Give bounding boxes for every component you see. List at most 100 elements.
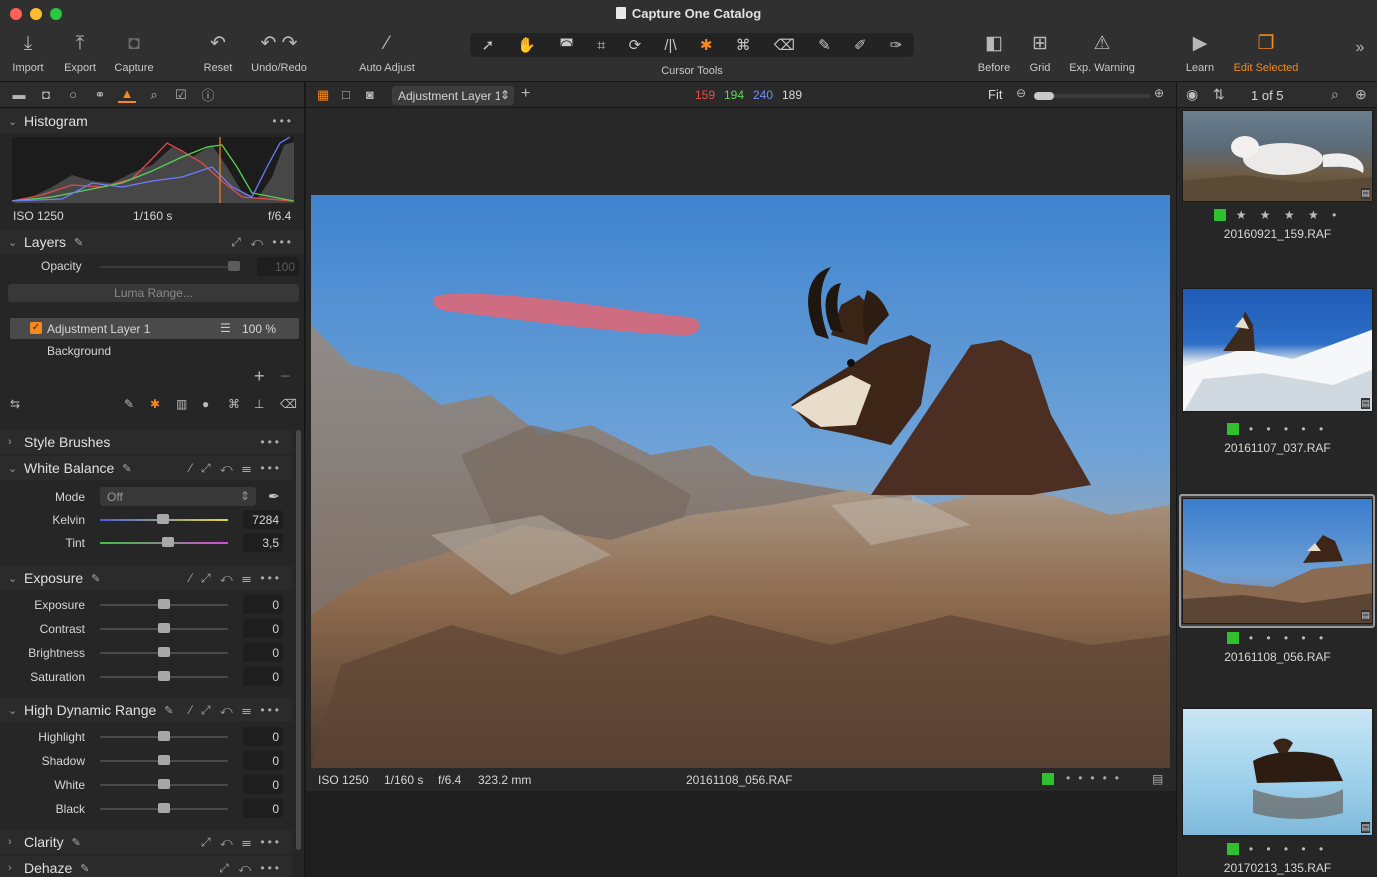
single-view-icon[interactable]: □ — [342, 87, 350, 102]
dehaze-header[interactable]: › Dehaze ✎ ⤢ ↶ ••• — [0, 856, 292, 877]
auto-adjust-button[interactable]: ⁄ Auto Adjust — [354, 32, 420, 74]
loupe-icon[interactable]: ◚ — [559, 36, 574, 54]
section-actions-icon[interactable]: ⁄ ⤢ ↶ ☰ ••• — [190, 571, 282, 586]
highlight-slider[interactable] — [100, 731, 228, 741]
highlight-slider-thumb[interactable] — [158, 731, 170, 741]
color-tab-icon[interactable]: ⚭ — [91, 87, 109, 103]
rating-dots[interactable]: ••••• — [1066, 771, 1127, 785]
proof-view-icon[interactable]: ◙ — [366, 87, 374, 102]
tools-scrollbar[interactable] — [296, 430, 301, 850]
multi-view-icon[interactable]: ▦ — [317, 87, 329, 103]
remove-layer-icon[interactable]: − — [280, 366, 291, 387]
capture-button[interactable]: ◘ Capture — [110, 32, 158, 74]
layer-item-adjustment-1[interactable]: ✓ Adjustment Layer 1 ☰ 100 % — [10, 318, 299, 339]
color-tag-green[interactable] — [1042, 773, 1054, 785]
thumbnail-image[interactable]: ▤ — [1182, 708, 1373, 836]
section-actions-icon[interactable]: ⁄ ⤢ ↶ ☰ ••• — [190, 461, 282, 476]
thumbnail-rating[interactable]: • • • • • — [1177, 842, 1377, 856]
style-brushes-header[interactable]: › Style Brushes ••• — [0, 430, 292, 454]
brush-mask-icon[interactable]: ✱ — [700, 36, 713, 54]
tint-value[interactable]: 3,5 — [243, 533, 283, 552]
shadow-slider[interactable] — [100, 755, 228, 765]
thumbnail-rating[interactable]: ★ ★ ★ ★ • — [1177, 208, 1377, 222]
exposure-tab-icon[interactable]: ▲ — [118, 86, 136, 103]
draw-mask-icon[interactable]: ✎ — [124, 397, 134, 411]
radial-gradient-icon[interactable]: ● — [202, 397, 209, 411]
thumbnail-rating[interactable]: • • • • • — [1177, 631, 1377, 645]
add-layer-icon[interactable]: + — [521, 85, 530, 103]
eye-icon[interactable]: ◉ — [1186, 86, 1198, 103]
swap-icon[interactable]: ⇆ — [10, 397, 20, 411]
color-tag-green[interactable] — [1226, 843, 1239, 855]
brush-icon[interactable]: ✎ — [72, 836, 81, 849]
contrast-value[interactable]: 0 — [243, 619, 283, 638]
white-value[interactable]: 0 — [243, 775, 283, 794]
contrast-slider-thumb[interactable] — [158, 623, 170, 633]
brush-icon[interactable]: ✎ — [164, 704, 173, 717]
tint-slider[interactable] — [100, 537, 228, 547]
section-actions-icon[interactable]: ⤢ ↶ ☰ ••• — [201, 835, 282, 850]
layer-item-background[interactable]: Background — [47, 344, 111, 358]
section-actions-icon[interactable]: ⁄ ⤢ ↶ ☰ ••• — [190, 703, 282, 718]
tint-slider-thumb[interactable] — [162, 537, 174, 547]
clone-stamp-icon[interactable]: ⊥ — [254, 397, 264, 411]
crop-icon[interactable]: ⌗ — [597, 37, 605, 54]
exp-warning-button[interactable]: ⚠ Exp. Warning — [1066, 32, 1138, 74]
before-button[interactable]: ◧ Before — [972, 32, 1016, 74]
rotate-icon[interactable]: ⟳ — [629, 36, 642, 54]
adjustments-tab-icon[interactable]: ☑ — [172, 87, 190, 103]
select-cursor-icon[interactable]: ➚ — [482, 36, 495, 54]
undo-redo-button[interactable]: ↶ ↷ Undo/Redo — [248, 32, 310, 74]
details-tab-icon[interactable]: ⌕ — [145, 87, 163, 103]
color-tag-green[interactable] — [1213, 209, 1226, 221]
add-layer-icon[interactable]: + — [254, 366, 265, 387]
lens-tab-icon[interactable]: ○ — [64, 87, 82, 102]
exposure-header[interactable]: ⌄ Exposure ✎ ⁄ ⤢ ↶ ☰ ••• — [0, 566, 292, 590]
eraser-icon[interactable]: ⌫ — [774, 36, 795, 54]
kelvin-slider[interactable] — [100, 514, 228, 524]
black-slider-thumb[interactable] — [158, 803, 170, 813]
brush-icon[interactable]: ✎ — [80, 862, 89, 875]
eyedropper-icon[interactable]: ✒ — [268, 488, 280, 505]
layers-actions-icon[interactable]: ⤢ ↶ ••• — [231, 235, 294, 250]
linear-gradient-icon[interactable]: ▥ — [176, 397, 187, 411]
saturation-slider[interactable] — [100, 671, 228, 681]
brush-icon[interactable]: ✎ — [122, 462, 131, 475]
opacity-slider-thumb[interactable] — [228, 261, 240, 271]
magic-brush-icon[interactable]: ✱ — [150, 397, 160, 411]
learn-button[interactable]: ▶ Learn — [1180, 32, 1220, 74]
annotate-icon[interactable]: ✐ — [854, 36, 867, 54]
opacity-slider[interactable] — [100, 261, 240, 271]
browser-item[interactable]: ▤ • • • • • 20170213_135.RAF — [1177, 706, 1377, 877]
highlight-value[interactable]: 0 — [243, 727, 283, 746]
info-icon[interactable]: ▤ — [1152, 772, 1163, 786]
capture-tab-icon[interactable]: ◘ — [37, 87, 55, 102]
hdr-header[interactable]: ⌄ High Dynamic Range ✎ ⁄ ⤢ ↶ ☰ ••• — [0, 698, 292, 722]
toolbar-overflow-button[interactable]: » — [1350, 36, 1370, 62]
mode-select[interactable]: Off ⇕ — [100, 487, 256, 506]
export-button[interactable]: ⤒ Export — [58, 32, 102, 74]
color-tag-green[interactable] — [1226, 423, 1239, 435]
pan-hand-icon[interactable]: ✋ — [517, 36, 536, 54]
opacity-value[interactable]: 100 — [257, 257, 299, 276]
image-viewer[interactable] — [306, 108, 1176, 769]
keystone-icon[interactable]: /|\ — [664, 37, 676, 54]
black-slider[interactable] — [100, 803, 228, 813]
shadow-slider-thumb[interactable] — [158, 755, 170, 765]
saturation-slider-thumb[interactable] — [158, 671, 170, 681]
erase-mask-icon[interactable]: ⌫ — [280, 397, 297, 411]
zoom-slider-thumb[interactable] — [1034, 92, 1054, 100]
brightness-slider-thumb[interactable] — [158, 647, 170, 657]
layer-settings-icon[interactable]: ☰ — [220, 321, 231, 335]
white-slider[interactable] — [100, 779, 228, 789]
color-tag-green[interactable] — [1226, 632, 1239, 644]
import-button[interactable]: ⤓ Import — [8, 32, 48, 74]
heal-brush-icon[interactable]: ⌘ — [228, 397, 240, 411]
brightness-value[interactable]: 0 — [243, 643, 283, 662]
zoom-out-icon[interactable]: ⊖ — [1016, 86, 1026, 100]
luma-range-button[interactable]: Luma Range... — [8, 284, 299, 302]
zoom-browser-icon[interactable]: ⊕ — [1355, 86, 1367, 103]
contrast-slider[interactable] — [100, 623, 228, 633]
exposure-slider-thumb[interactable] — [158, 599, 170, 609]
thumbnail-rating[interactable]: • • • • • — [1177, 422, 1377, 436]
